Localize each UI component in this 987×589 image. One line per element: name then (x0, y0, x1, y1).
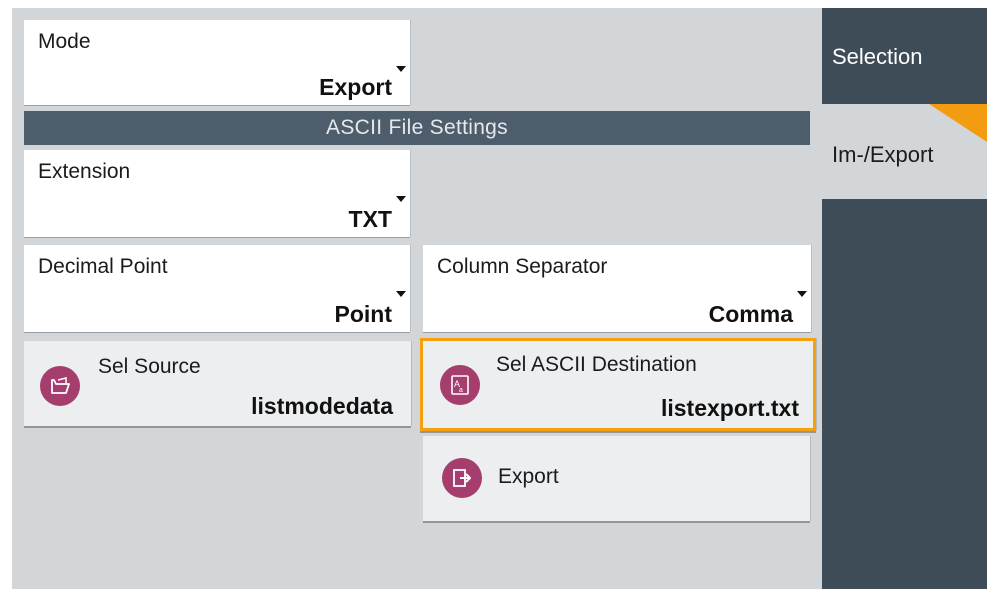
mode-label: Mode (38, 30, 91, 53)
section-header: ASCII File Settings (24, 111, 810, 145)
sel-source-button[interactable]: Sel Source listmodedata (24, 341, 411, 426)
tab-selection-label: Selection (832, 44, 923, 69)
export-icon (442, 458, 482, 498)
open-folder-icon (40, 366, 80, 406)
mode-dropdown[interactable]: Mode Export (24, 20, 410, 105)
column-separator-label: Column Separator (437, 255, 608, 278)
active-tab-marker (929, 104, 987, 142)
export-button[interactable]: Export (423, 436, 810, 521)
dropdown-caret-icon (396, 196, 406, 202)
sel-ascii-destination-value: listexport.txt (660, 395, 799, 421)
decimal-point-value: Point (334, 301, 393, 327)
dropdown-caret-icon (396, 291, 406, 297)
sel-ascii-destination-label: Sel ASCII Destination (496, 353, 697, 376)
sel-ascii-destination-button[interactable]: A a Sel ASCII Destination listexport.txt (420, 338, 816, 431)
tab-selection[interactable]: Selection (822, 8, 987, 104)
export-label: Export (498, 465, 559, 488)
sel-source-value: listmodedata (251, 393, 393, 419)
extension-dropdown[interactable]: Extension TXT (24, 150, 410, 237)
decimal-point-dropdown[interactable]: Decimal Point Point (24, 245, 410, 332)
column-separator-dropdown[interactable]: Column Separator Comma (423, 245, 811, 332)
extension-value: TXT (348, 206, 392, 232)
tab-im-export-label: Im-/Export (832, 142, 934, 167)
decimal-point-label: Decimal Point (38, 255, 168, 278)
side-tab-bar: Selection Im-/Export (822, 8, 987, 589)
dropdown-caret-icon (797, 291, 807, 297)
dropdown-caret-icon (396, 66, 406, 72)
svg-text:a: a (459, 387, 463, 394)
settings-panel: Mode Export ASCII File Settings Extensio… (12, 8, 822, 589)
extension-label: Extension (38, 160, 131, 183)
tab-im-export[interactable]: Im-/Export (822, 104, 987, 199)
mode-value: Export (319, 74, 392, 100)
sel-source-label: Sel Source (98, 355, 201, 378)
app-window: Mode Export ASCII File Settings Extensio… (12, 8, 987, 589)
column-separator-value: Comma (708, 301, 793, 327)
ascii-file-icon: A a (440, 365, 480, 405)
